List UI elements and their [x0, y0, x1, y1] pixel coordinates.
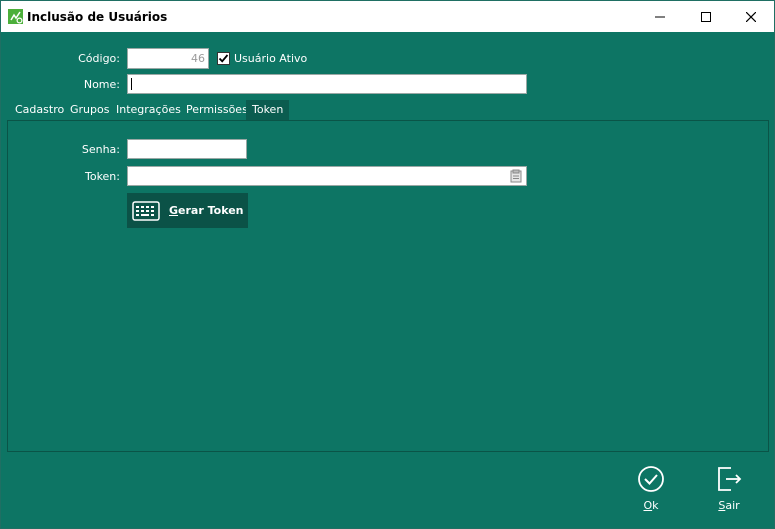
text-caret [131, 78, 132, 90]
gerar-token-button[interactable]: Gerar Token [127, 193, 248, 228]
tab-integracoes[interactable]: Integrações [116, 100, 181, 120]
tab-grupos[interactable]: Grupos [70, 100, 109, 120]
senha-input[interactable] [127, 139, 247, 159]
sair-label: Sair [718, 499, 740, 512]
token-label: Token: [84, 170, 120, 183]
tab-token[interactable]: Token [246, 100, 290, 120]
nome-label: Nome: [83, 78, 120, 91]
exit-icon [718, 467, 742, 491]
maximize-icon [701, 11, 711, 22]
codigo-label: Código: [78, 52, 120, 65]
close-button[interactable] [728, 1, 774, 32]
codigo-field[interactable]: 46 [127, 48, 209, 69]
sair-button[interactable]: Sair [709, 465, 749, 512]
ok-button[interactable]: Ok [631, 465, 671, 512]
token-field[interactable] [127, 166, 527, 186]
close-icon [746, 11, 756, 22]
app-icon [8, 9, 23, 24]
check-circle-icon [638, 466, 664, 492]
window-title: Inclusão de Usuários [27, 10, 168, 24]
minimize-icon [655, 16, 665, 17]
senha-label: Senha: [81, 143, 120, 156]
clipboard-icon[interactable] [509, 169, 523, 183]
gerar-token-label: Gerar Token [169, 204, 244, 217]
checkmark-icon [218, 54, 229, 63]
nome-input[interactable] [127, 74, 527, 94]
title-bar: Inclusão de Usuários [1, 1, 774, 32]
minimize-button[interactable] [637, 1, 683, 32]
user-inclusion-window: Inclusão de Usuários Código: 46 Usuário … [0, 0, 775, 529]
ok-label: Ok [643, 499, 659, 512]
usuario-ativo-label: Usuário Ativo [234, 52, 308, 65]
keyboard-icon [132, 200, 160, 221]
tab-cadastro[interactable]: Cadastro [15, 100, 64, 120]
tab-permissoes[interactable]: Permissões [186, 100, 248, 120]
maximize-button[interactable] [683, 1, 729, 32]
usuario-ativo-checkbox[interactable] [217, 52, 230, 65]
